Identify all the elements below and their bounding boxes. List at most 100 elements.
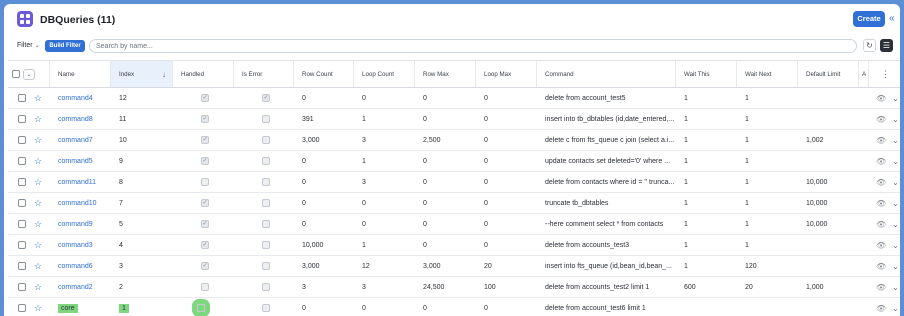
star-icon[interactable]: ☆ — [34, 114, 42, 125]
table-row[interactable]: ☆ command5 9 ✓ 0 1 0 0 update contacts s… — [8, 151, 900, 172]
row-checkbox[interactable] — [18, 241, 26, 249]
column-header-loop-count[interactable]: Loop Count — [354, 61, 415, 87]
star-icon[interactable]: ☆ — [34, 240, 42, 251]
index-value: 9 — [119, 157, 123, 165]
chevron-down-icon[interactable]: ⌄ — [892, 283, 899, 292]
column-header-command[interactable]: Command — [537, 61, 676, 87]
eye-icon[interactable]: 👁︎ — [876, 115, 886, 124]
chevron-down-icon[interactable]: ⌄ — [892, 262, 899, 271]
loop-count-cell: 1 — [362, 157, 366, 165]
table-row[interactable]: ☆ command10 7 ✓ 0 0 0 0 truncate tb_dbta… — [8, 193, 900, 214]
column-header-wait-this[interactable]: Wait This — [676, 61, 737, 87]
kebab-menu-icon[interactable]: ⋮ — [881, 69, 890, 80]
eye-icon[interactable]: 👁︎ — [876, 283, 886, 292]
eye-icon[interactable]: 👁︎ — [876, 241, 886, 250]
chevron-down-icon[interactable]: ⌄ — [23, 68, 35, 80]
record-name-link[interactable]: command4 — [58, 95, 93, 102]
row-checkbox[interactable] — [18, 199, 26, 207]
star-icon[interactable]: ☆ — [34, 93, 42, 104]
refresh-icon[interactable]: ↻ — [863, 39, 876, 52]
table-row[interactable]: ☆ command3 4 ✓ 10,000 1 0 0 delete from … — [8, 235, 900, 256]
record-name-link[interactable]: command10 — [58, 200, 97, 207]
record-name-link[interactable]: command8 — [58, 116, 93, 123]
eye-icon[interactable]: 👁︎ — [876, 136, 886, 145]
build-filter-button[interactable]: Build Filter — [45, 40, 85, 52]
table-row[interactable]: ☆ core 1 0 0 0 0 delete from account_tes… — [8, 298, 900, 316]
chevron-down-icon[interactable]: ⌄ — [892, 115, 899, 124]
column-header-handled[interactable]: Handled — [173, 61, 234, 87]
eye-icon[interactable]: 👁︎ — [876, 94, 886, 103]
chevron-down-icon[interactable]: ⌄ — [892, 136, 899, 145]
eye-icon[interactable]: 👁︎ — [876, 199, 886, 208]
row-checkbox[interactable] — [18, 262, 26, 270]
star-icon[interactable]: ☆ — [34, 219, 42, 230]
row-checkbox[interactable] — [18, 283, 26, 291]
row-count-cell: 0 — [302, 220, 306, 228]
column-header-index[interactable]: Index ↓ — [111, 61, 173, 87]
column-header-wait-next[interactable]: Wait Next — [737, 61, 798, 87]
column-header-name[interactable]: Name — [50, 61, 111, 87]
row-checkbox[interactable] — [18, 220, 26, 228]
row-checkbox[interactable] — [18, 136, 26, 144]
table-row[interactable]: ☆ command9 5 ✓ 0 0 0 0 --here comment se… — [8, 214, 900, 235]
column-header-default-limit[interactable]: Default Limit — [798, 61, 859, 87]
list-view-icon[interactable]: ☰ — [880, 39, 893, 52]
eye-icon[interactable]: 👁︎ — [876, 262, 886, 271]
column-menu[interactable]: ⋮ — [869, 61, 900, 87]
row-checkbox[interactable] — [18, 304, 26, 312]
chevron-down-icon[interactable]: ⌄ — [892, 304, 899, 313]
index-cell: 5 — [111, 214, 173, 234]
record-name-link[interactable]: command2 — [58, 284, 93, 291]
chevron-down-icon[interactable]: ⌄ — [892, 241, 899, 250]
row-checkbox[interactable] — [18, 115, 26, 123]
filter-dropdown[interactable]: Filter ⌄ — [17, 42, 40, 49]
star-icon[interactable]: ☆ — [34, 156, 42, 167]
star-icon[interactable]: ☆ — [34, 198, 42, 209]
table-row[interactable]: ☆ command2 2 3 3 24,500 100 delete from … — [8, 277, 900, 298]
star-icon[interactable]: ☆ — [34, 177, 42, 188]
table-row[interactable]: ☆ command4 12 ✓ ✓ 0 0 0 0 delete from ac… — [8, 88, 900, 109]
column-header-is-error[interactable]: Is Error — [234, 61, 294, 87]
table-row[interactable]: ☆ command8 11 ✓ 391 1 0 0 insert into tb… — [8, 109, 900, 130]
record-name-link[interactable]: command3 — [58, 242, 93, 249]
record-name-link[interactable]: command9 — [58, 221, 93, 228]
star-icon[interactable]: ☆ — [34, 282, 42, 293]
record-name-link[interactable]: command11 — [58, 179, 96, 186]
chevron-down-icon[interactable]: ⌄ — [892, 178, 899, 187]
loop-count-cell: 12 — [362, 262, 370, 270]
record-name-link[interactable]: core — [58, 303, 78, 313]
column-header-loop-max[interactable]: Loop Max — [476, 61, 537, 87]
search-input[interactable] — [96, 42, 796, 51]
chevron-down-icon[interactable]: ⌄ — [892, 157, 899, 166]
select-all-checkbox[interactable] — [12, 70, 20, 78]
row-checkbox[interactable] — [18, 178, 26, 186]
wait-this-cell: 1 — [684, 241, 688, 249]
eye-icon[interactable]: 👁︎ — [876, 304, 886, 313]
create-button[interactable]: Create — [853, 11, 885, 27]
eye-icon[interactable]: 👁︎ — [876, 220, 886, 229]
row-checkbox[interactable] — [18, 94, 26, 102]
eye-icon[interactable]: 👁︎ — [876, 157, 886, 166]
column-header-row-max[interactable]: Row Max — [415, 61, 476, 87]
table-row[interactable]: ☆ command7 10 ✓ 3,000 3 2,500 0 delete c… — [8, 130, 900, 151]
row-checkbox[interactable] — [18, 157, 26, 165]
star-icon[interactable]: ☆ — [34, 303, 42, 314]
record-name-link[interactable]: command6 — [58, 263, 93, 270]
table-row[interactable]: ☆ command6 3 ✓ 3,000 12 3,000 20 insert … — [8, 256, 900, 277]
double-chevron-left-icon[interactable]: « — [889, 12, 895, 26]
column-header-truncated[interactable]: A — [859, 61, 869, 87]
chevron-down-icon[interactable]: ⌄ — [892, 199, 899, 208]
chevron-down-icon[interactable]: ⌄ — [892, 94, 899, 103]
table-row[interactable]: ☆ command11 8 0 3 0 0 delete from contac… — [8, 172, 900, 193]
name-cell: command6 — [50, 256, 111, 276]
name-cell: command11 — [50, 172, 111, 192]
star-icon[interactable]: ☆ — [34, 135, 42, 146]
chevron-down-icon[interactable]: ⌄ — [892, 220, 899, 229]
index-cell: 7 — [111, 193, 173, 213]
record-name-link[interactable]: command7 — [58, 137, 93, 144]
star-icon[interactable]: ☆ — [34, 261, 42, 272]
column-header-row-count[interactable]: Row Count — [294, 61, 354, 87]
record-name-link[interactable]: command5 — [58, 158, 93, 165]
command-cell: delete c from fts_queue c join (select a… — [545, 136, 675, 144]
eye-icon[interactable]: 👁︎ — [876, 178, 886, 187]
